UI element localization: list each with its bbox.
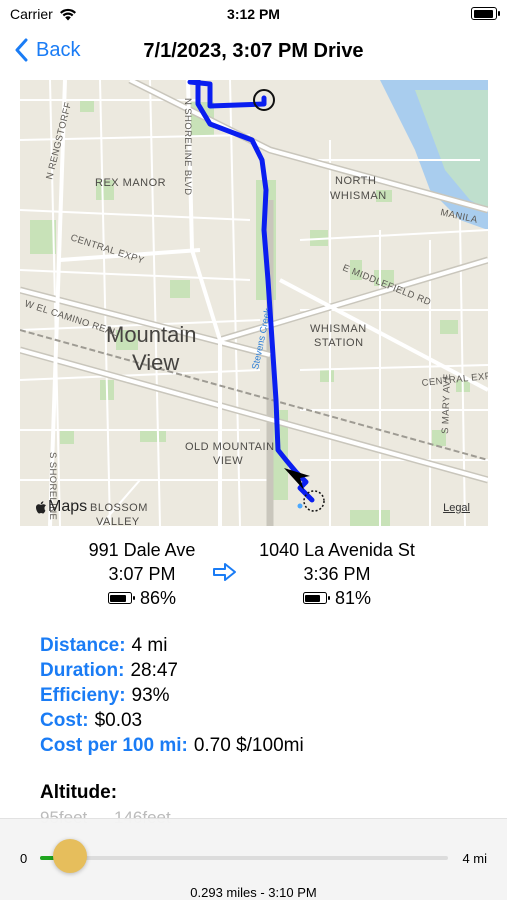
stat-value: 28:47 <box>130 660 178 681</box>
map-label-rex-manor: REX MANOR <box>95 177 166 189</box>
map-label-central-expy: CENTRAL EXPY <box>69 232 146 266</box>
stat-label: Cost per 100 mi: <box>40 735 188 756</box>
end-time: 3:36 PM <box>303 564 371 584</box>
stat-label: Efficieny: <box>40 685 126 706</box>
altitude-title: Altitude: <box>40 782 118 803</box>
timeline-panel: 0 4 mi 0.293 miles - 3:10 PM <box>0 818 507 900</box>
page-title-text: 7/1/2023, 3:07 PM Drive <box>143 40 364 62</box>
navigation-bar: Back 7/1/2023, 3:07 PM Drive <box>0 30 507 76</box>
trip-end: 1040 La Avenida St 3:36 PM 81% <box>237 538 437 610</box>
map-label-rengstorff: N RENGSTORFF <box>44 101 74 181</box>
map-label-mountain: Mountain <box>106 322 197 347</box>
map-label-old-mv: OLD MOUNTAIN <box>185 441 275 453</box>
start-battery: 86% <box>42 586 242 610</box>
stat-label: Duration: <box>40 660 125 681</box>
apple-icon <box>36 500 46 513</box>
maps-logo: Maps <box>34 498 87 516</box>
trip-stats: Distance: 4 mi Duration: 28:47 Efficieny: 9… <box>40 633 304 758</box>
stat-value: 93% <box>131 685 170 706</box>
route-map[interactable]: REX MANOR NORTH WHISMAN Mountain View WH… <box>20 80 488 526</box>
end-battery: 81% <box>237 586 437 610</box>
end-battery-percent: 81% <box>334 588 372 608</box>
status-time: 3:12 PM <box>227 6 280 22</box>
map-label-station: STATION <box>314 337 364 349</box>
start-battery-percent: 86% <box>139 588 177 608</box>
map-label-old-mv-2: VIEW <box>213 455 243 467</box>
battery-icon <box>302 592 330 604</box>
slider-max-label: 4 mi <box>462 851 487 866</box>
map-label-whisman: WHISMAN <box>330 190 387 202</box>
timeline-slider-thumb[interactable] <box>52 839 87 873</box>
stat-cost: Cost: $0.03 <box>40 708 304 733</box>
slider-caption: 0.293 miles - 3:10 PM <box>190 885 317 900</box>
stat-efficiency: Efficieny: 93% <box>40 683 304 708</box>
stat-value: 0.70 $/100mi <box>193 735 304 756</box>
timeline-slider-track[interactable] <box>40 856 448 860</box>
map-label-s-mary: S MARY AVE <box>440 373 453 434</box>
page-title: 7/1/2023, 3:07 PM Drive <box>0 40 507 63</box>
map-label-valley: VALLEY <box>96 516 140 526</box>
stat-distance: Distance: 4 mi <box>40 633 304 658</box>
route-path <box>187 80 315 503</box>
map-label-blossom: BLOSSOM <box>90 502 148 514</box>
stat-label: Distance: <box>40 635 126 656</box>
legal-link[interactable]: Legal <box>443 502 470 514</box>
stat-duration: Duration: 28:47 <box>40 658 304 683</box>
slider-min-label: 0 <box>20 851 28 866</box>
stat-value: 4 mi <box>131 635 168 656</box>
map-label-whisman-station: WHISMAN <box>310 323 367 335</box>
stat-cost-per-100mi: Cost per 100 mi: 0.70 $/100mi <box>40 733 304 758</box>
stat-value: $0.03 <box>94 710 143 731</box>
map-label-view: View <box>132 350 179 375</box>
status-bar: Carrier 3:12 PM <box>0 0 507 30</box>
map-canvas: REX MANOR NORTH WHISMAN Mountain View WH… <box>20 80 488 526</box>
end-address: 1040 La Avenida St <box>259 540 415 560</box>
map-label-north: NORTH <box>335 175 376 187</box>
battery-icon <box>471 7 500 20</box>
start-address: 991 Dale Ave <box>88 540 196 560</box>
map-label-shoreline: N SHORELINE BLVD <box>182 98 193 196</box>
battery-icon <box>107 592 135 604</box>
arrow-right-icon <box>213 563 236 581</box>
maps-provider-label: Maps <box>48 498 88 515</box>
stat-label: Cost: <box>40 710 89 731</box>
